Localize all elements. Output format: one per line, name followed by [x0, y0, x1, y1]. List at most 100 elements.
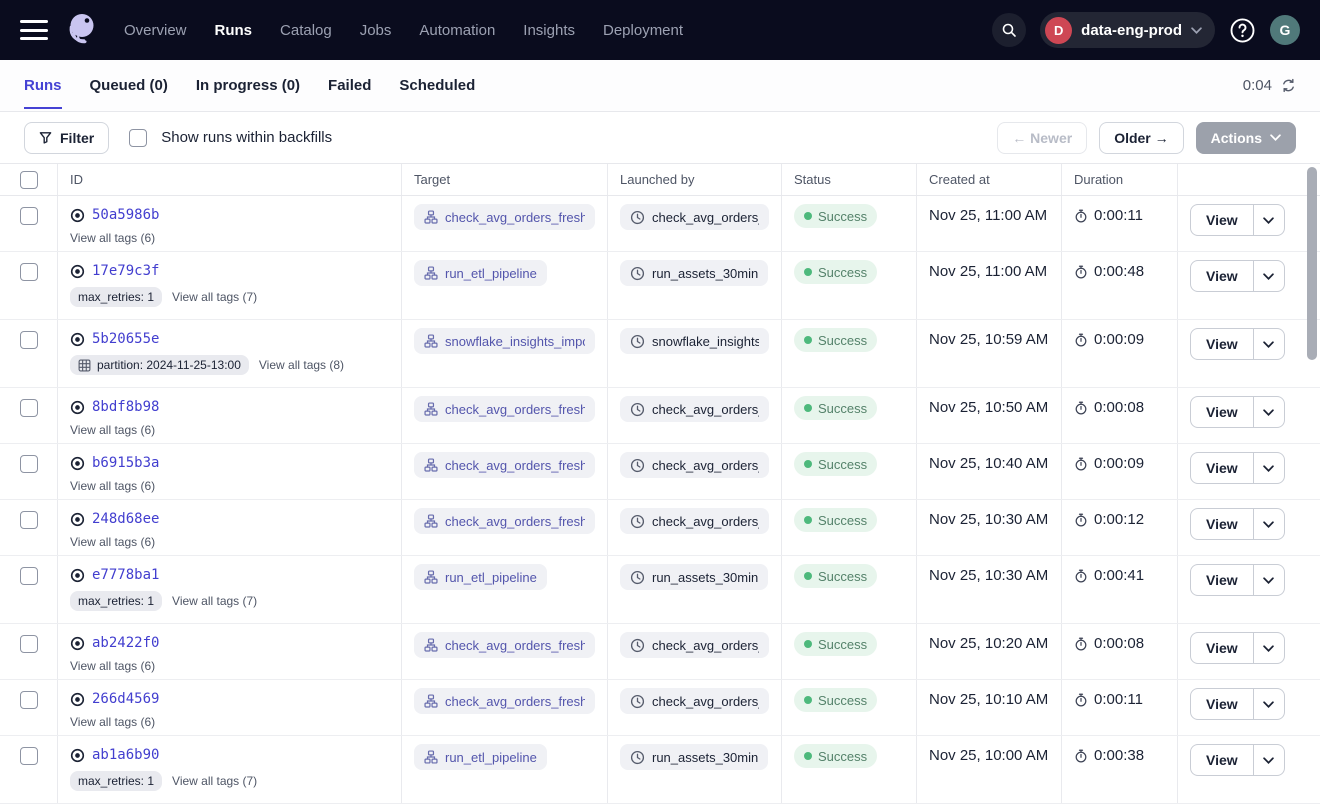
view-all-tags-link[interactable]: View all tags (6) [70, 659, 155, 673]
view-dropdown-button[interactable] [1254, 689, 1284, 719]
run-id-link[interactable]: ab1a6b90 [92, 747, 159, 763]
run-id-link[interactable]: b6915b3a [92, 455, 159, 471]
launched-by-pill[interactable]: check_avg_orders_f… [620, 396, 769, 422]
status-badge[interactable]: Success [794, 508, 877, 532]
actions-button[interactable]: Actions [1196, 122, 1296, 154]
view-button[interactable]: View [1191, 397, 1254, 427]
dagster-logo-icon[interactable] [64, 10, 102, 50]
filter-button[interactable]: Filter [24, 122, 109, 154]
view-dropdown-button[interactable] [1254, 397, 1284, 427]
target-pill[interactable]: run_etl_pipeline [414, 564, 547, 590]
run-tag-pill[interactable]: max_retries: 1 [70, 591, 162, 611]
view-button[interactable]: View [1191, 261, 1254, 291]
view-button[interactable]: View [1191, 453, 1254, 483]
target-pill[interactable]: check_avg_orders_freshne [414, 452, 595, 478]
launched-by-pill[interactable]: check_avg_orders_f… [620, 204, 769, 230]
view-all-tags-link[interactable]: View all tags (6) [70, 535, 155, 549]
target-pill[interactable]: run_etl_pipeline [414, 260, 547, 286]
target-pill[interactable]: run_etl_pipeline [414, 744, 547, 770]
launched-by-pill[interactable]: check_avg_orders_f… [620, 688, 769, 714]
topnav-link-deployment[interactable]: Deployment [603, 22, 683, 39]
launched-by-pill[interactable]: check_avg_orders_f… [620, 508, 769, 534]
target-pill[interactable]: check_avg_orders_freshne [414, 632, 595, 658]
view-dropdown-button[interactable] [1254, 633, 1284, 663]
newer-button[interactable]: ← Newer [997, 122, 1087, 154]
user-avatar[interactable]: G [1270, 15, 1300, 45]
topnav-link-overview[interactable]: Overview [124, 22, 187, 39]
run-id-link[interactable]: 266d4569 [92, 691, 159, 707]
row-checkbox[interactable] [20, 635, 38, 653]
view-all-tags-link[interactable]: View all tags (7) [172, 594, 257, 608]
row-checkbox[interactable] [20, 399, 38, 417]
status-badge[interactable]: Success [794, 564, 877, 588]
deployment-switcher[interactable]: D data-eng-prod [1040, 12, 1215, 48]
status-badge[interactable]: Success [794, 744, 877, 768]
topnav-link-jobs[interactable]: Jobs [360, 22, 392, 39]
row-checkbox[interactable] [20, 511, 38, 529]
launched-by-pill[interactable]: run_assets_30min [620, 744, 768, 770]
refresh-icon[interactable] [1281, 78, 1296, 93]
run-id-link[interactable]: 5b20655e [92, 331, 159, 347]
row-checkbox[interactable] [20, 207, 38, 225]
status-badge[interactable]: Success [794, 328, 877, 352]
topnav-link-insights[interactable]: Insights [523, 22, 575, 39]
view-dropdown-button[interactable] [1254, 745, 1284, 775]
view-button[interactable]: View [1191, 205, 1254, 235]
status-badge[interactable]: Success [794, 204, 877, 228]
select-all-checkbox[interactable] [20, 171, 38, 189]
run-id-link[interactable]: 248d68ee [92, 511, 159, 527]
view-dropdown-button[interactable] [1254, 509, 1284, 539]
row-checkbox[interactable] [20, 691, 38, 709]
topnav-link-runs[interactable]: Runs [215, 22, 253, 39]
tab-queued-0[interactable]: Queued (0) [90, 60, 168, 111]
topnav-link-catalog[interactable]: Catalog [280, 22, 332, 39]
view-button[interactable]: View [1191, 633, 1254, 663]
run-id-link[interactable]: ab2422f0 [92, 635, 159, 651]
status-badge[interactable]: Success [794, 396, 877, 420]
run-tag-pill[interactable]: max_retries: 1 [70, 771, 162, 791]
view-all-tags-link[interactable]: View all tags (6) [70, 715, 155, 729]
view-button[interactable]: View [1191, 565, 1254, 595]
launched-by-pill[interactable]: check_avg_orders_f… [620, 632, 769, 658]
target-pill[interactable]: snowflake_insights_import [414, 328, 595, 354]
run-tag-pill[interactable]: partition: 2024-11-25-13:00 [70, 355, 249, 375]
view-all-tags-link[interactable]: View all tags (7) [172, 290, 257, 304]
status-badge[interactable]: Success [794, 688, 877, 712]
view-dropdown-button[interactable] [1254, 329, 1284, 359]
target-pill[interactable]: check_avg_orders_freshne [414, 688, 595, 714]
row-checkbox[interactable] [20, 747, 38, 765]
view-button[interactable]: View [1191, 745, 1254, 775]
launched-by-pill[interactable]: snowflake_insights_… [620, 328, 769, 354]
tab-scheduled[interactable]: Scheduled [399, 60, 475, 111]
target-pill[interactable]: check_avg_orders_freshne [414, 396, 595, 422]
view-all-tags-link[interactable]: View all tags (8) [259, 358, 344, 372]
target-pill[interactable]: check_avg_orders_freshne [414, 204, 595, 230]
view-all-tags-link[interactable]: View all tags (6) [70, 479, 155, 493]
run-id-link[interactable]: 50a5986b [92, 207, 159, 223]
row-checkbox[interactable] [20, 567, 38, 585]
run-tag-pill[interactable]: max_retries: 1 [70, 287, 162, 307]
view-dropdown-button[interactable] [1254, 565, 1284, 595]
row-checkbox[interactable] [20, 331, 38, 349]
view-button[interactable]: View [1191, 689, 1254, 719]
tab-runs[interactable]: Runs [24, 60, 62, 111]
show-backfills-checkbox[interactable] [129, 129, 147, 147]
view-all-tags-link[interactable]: View all tags (6) [70, 231, 155, 245]
row-checkbox[interactable] [20, 455, 38, 473]
tab-failed[interactable]: Failed [328, 60, 371, 111]
view-button[interactable]: View [1191, 509, 1254, 539]
vertical-scrollbar[interactable] [1307, 167, 1317, 360]
run-id-link[interactable]: 8bdf8b98 [92, 399, 159, 415]
target-pill[interactable]: check_avg_orders_freshne [414, 508, 595, 534]
launched-by-pill[interactable]: run_assets_30min [620, 260, 768, 286]
status-badge[interactable]: Success [794, 452, 877, 476]
status-badge[interactable]: Success [794, 632, 877, 656]
help-icon[interactable] [1229, 17, 1256, 44]
launched-by-pill[interactable]: check_avg_orders_f… [620, 452, 769, 478]
topnav-link-automation[interactable]: Automation [419, 22, 495, 39]
tab-in-progress-0[interactable]: In progress (0) [196, 60, 300, 111]
view-dropdown-button[interactable] [1254, 453, 1284, 483]
view-button[interactable]: View [1191, 329, 1254, 359]
search-icon[interactable] [992, 13, 1026, 47]
view-all-tags-link[interactable]: View all tags (7) [172, 774, 257, 788]
